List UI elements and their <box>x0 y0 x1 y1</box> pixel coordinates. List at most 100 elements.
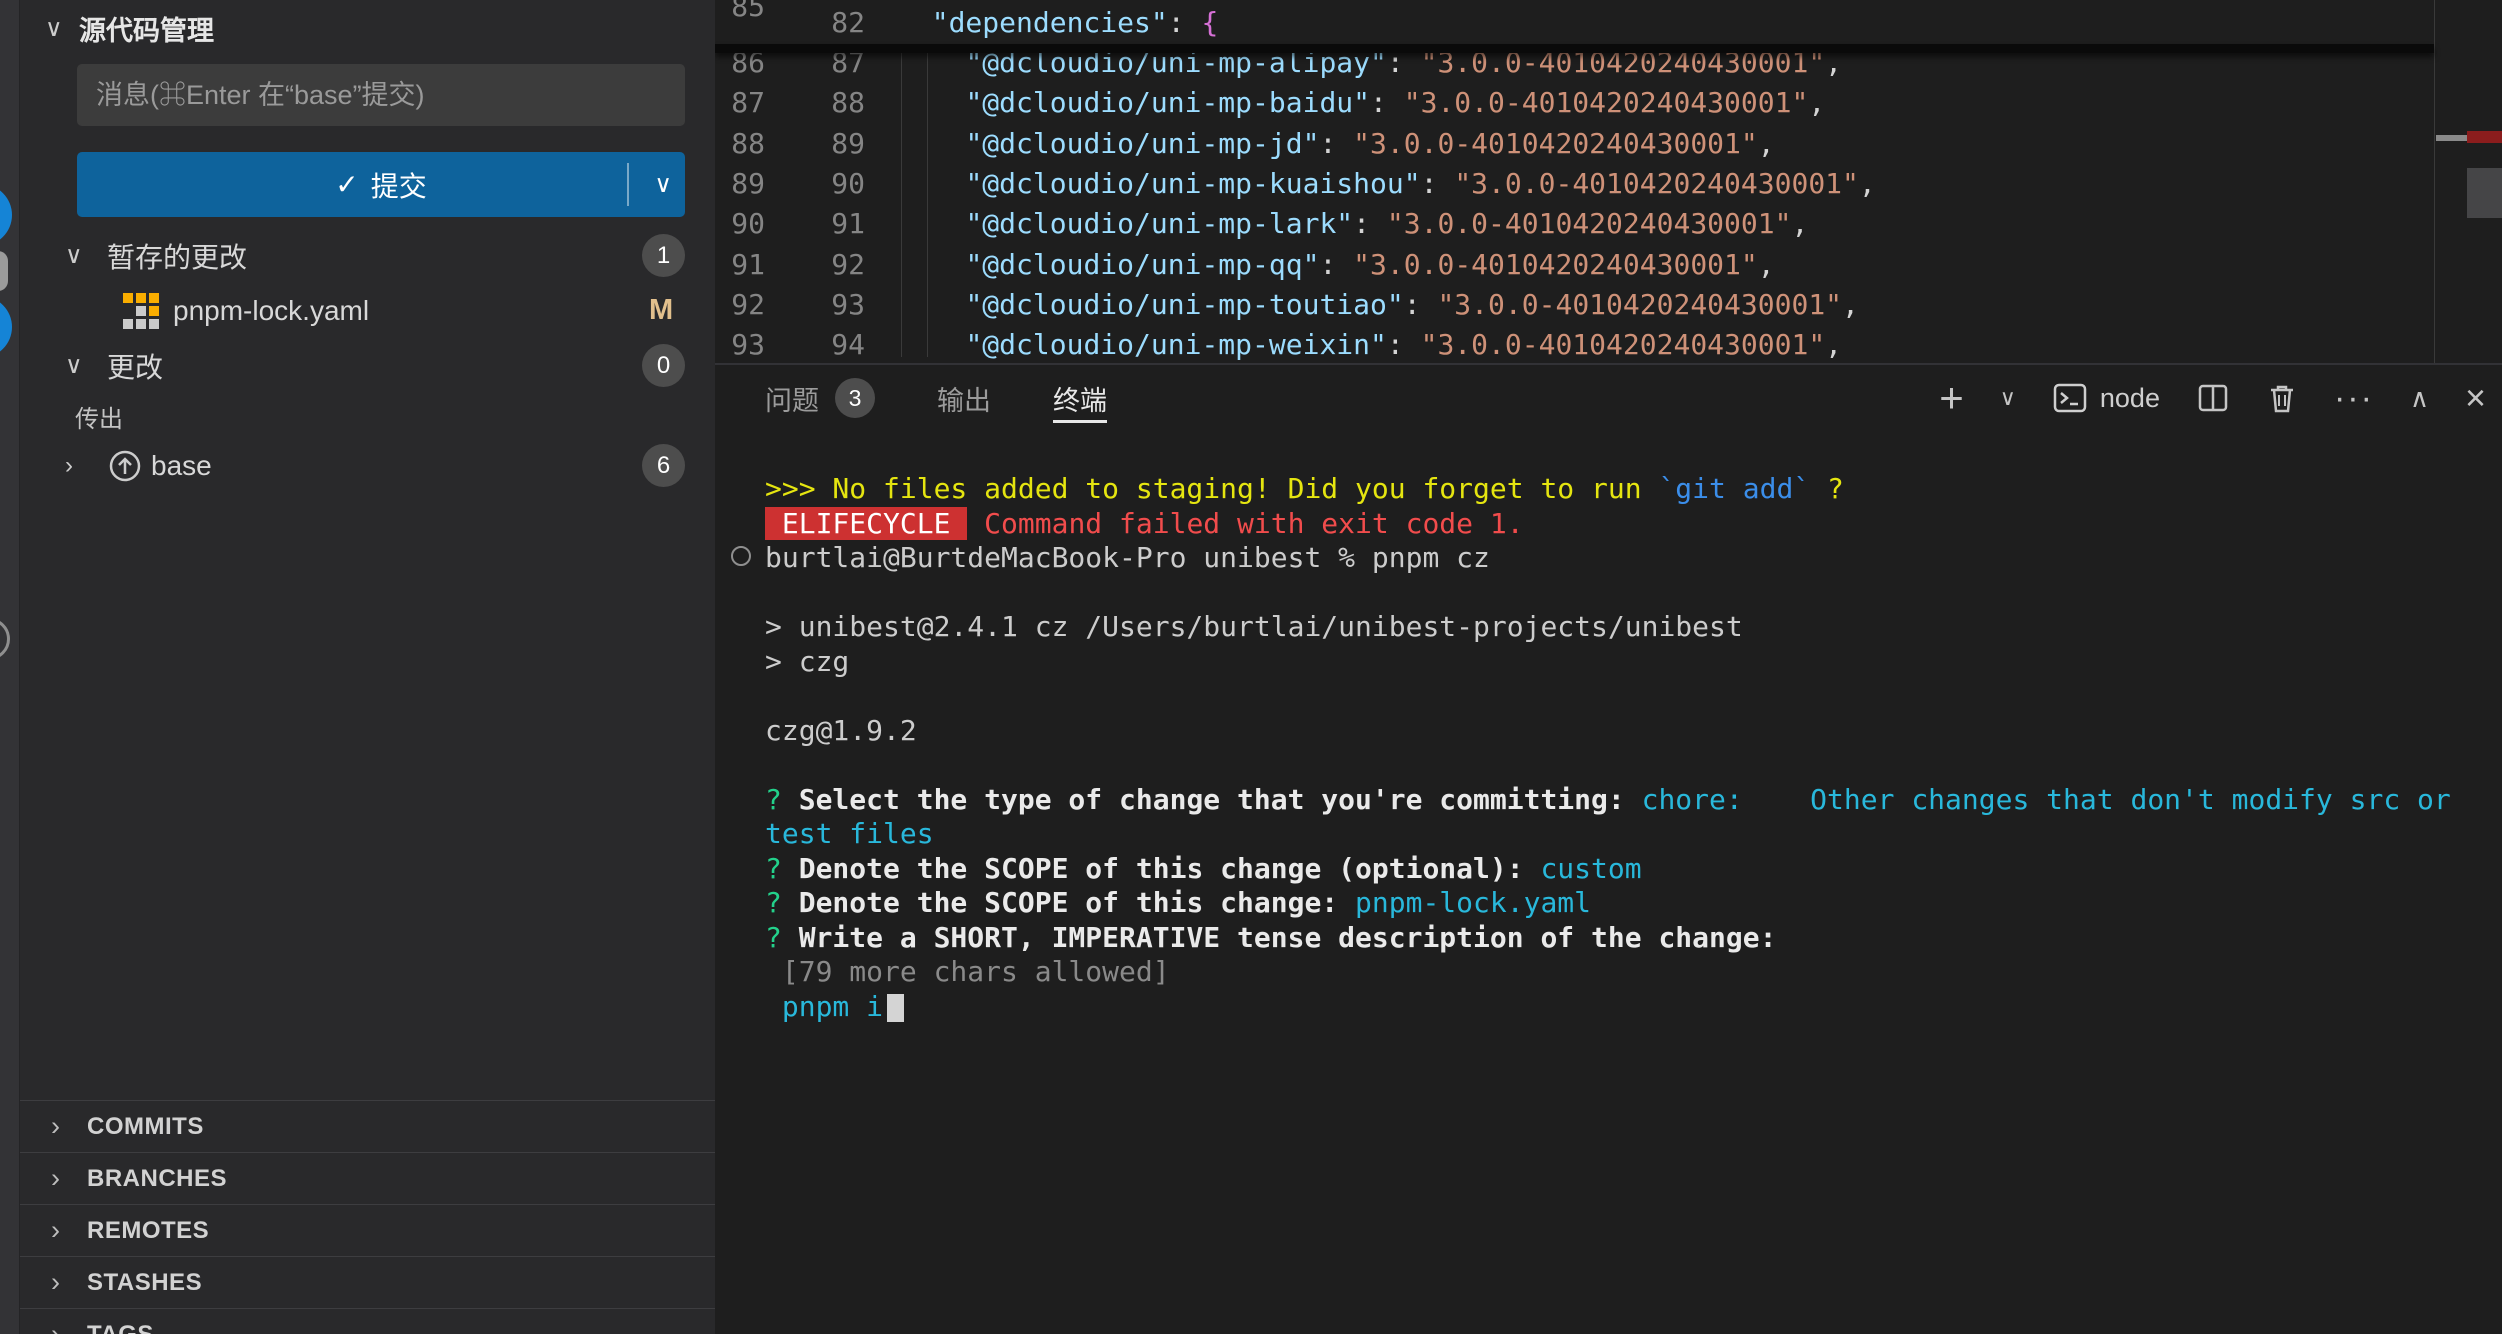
terminal-icon <box>2052 380 2088 416</box>
diff-line: 8990 "@dcloudio/uni-mp-kuaishou": "3.0.0… <box>715 163 1876 204</box>
outgoing-label: 传出 <box>75 399 123 434</box>
sidebar-section-tags[interactable]: ›TAGS <box>20 1308 715 1334</box>
terminal-line: pnpm i <box>765 990 2502 1025</box>
kill-terminal-button[interactable] <box>2266 381 2298 415</box>
chevron-down-icon: ∨ <box>65 351 95 380</box>
terminal-line: > unibest@2.4.1 cz /Users/burtlai/unibes… <box>765 610 2502 645</box>
staged-file-row[interactable]: pnpm-lock.yaml M <box>20 283 715 338</box>
chevron-down-icon: ∨ <box>45 14 79 43</box>
activity-bar: › <box>0 0 20 1334</box>
problems-count-badge: 3 <box>835 378 875 418</box>
commit-message-input[interactable] <box>77 64 685 126</box>
command-decoration-icon[interactable] <box>731 546 751 566</box>
terminal-list-item[interactable]: node <box>2052 380 2160 416</box>
terminal-line <box>765 748 2502 783</box>
split-terminal-button[interactable] <box>2196 381 2230 415</box>
more-actions-button[interactable]: ··· <box>2334 379 2374 418</box>
changes-label: 更改 <box>107 346 163 386</box>
commit-button[interactable]: ✓ 提交 ∨ <box>77 152 685 217</box>
check-icon: ✓ <box>335 168 358 201</box>
maximize-panel-button[interactable]: ∧ <box>2410 383 2429 414</box>
terminal-line: >>> No files added to staging! Did you f… <box>765 472 2502 507</box>
staged-file-name: pnpm-lock.yaml <box>173 295 369 327</box>
chevron-down-icon: ∨ <box>65 241 95 270</box>
sticky-code-line: 82 "dependencies": { <box>715 2 1218 43</box>
panel-tab-终端[interactable]: 终端 <box>1053 365 1107 431</box>
close-panel-button[interactable]: × <box>2465 377 2486 419</box>
terminal-line: ? Select the type of change that you're … <box>765 783 2502 818</box>
staged-changes-section[interactable]: ∨ 暂存的更改 1 <box>20 228 715 283</box>
overview-ruler-error-mark <box>2467 131 2502 143</box>
sidebar-section-remotes[interactable]: ›REMOTES <box>20 1204 715 1256</box>
staged-count-badge: 1 <box>642 234 685 277</box>
bottom-panel: 问题 3 输出 终端 + ∨ node <box>715 363 2502 1334</box>
collapsed-region-bar[interactable] <box>715 44 2434 53</box>
outgoing-count-badge: 6 <box>642 444 685 487</box>
outgoing-branch-row[interactable]: › base 6 <box>20 438 715 493</box>
tab-label: 输出 <box>937 379 991 418</box>
source-control-sidebar: ∨ 源代码管理 ✓ 提交 ∨ ∨ 暂存的更改 1 pnpm-lock.yaml … <box>20 0 715 1334</box>
chevron-right-icon: › <box>51 1163 87 1194</box>
chevron-right-icon: › <box>65 452 95 480</box>
terminal-line: ? Write a SHORT, IMPERATIVE tense descri… <box>765 921 2502 956</box>
sidebar-section-branches[interactable]: ›BRANCHES <box>20 1152 715 1204</box>
terminal-item-label: node <box>2100 383 2160 414</box>
git-modified-badge: M <box>649 294 673 327</box>
terminal-line: test files <box>765 817 2502 852</box>
changes-section[interactable]: ∨ 更改 0 <box>20 338 715 393</box>
chevron-right-icon: › <box>51 1215 87 1246</box>
circle-icon <box>0 618 10 660</box>
terminal-line: [79 more chars allowed] <box>765 955 2502 990</box>
diff-line: 8788 "@dcloudio/uni-mp-baidu": "3.0.0-40… <box>715 82 1825 123</box>
terminal-line <box>765 576 2502 611</box>
diff-line: 9192 "@dcloudio/uni-mp-qq": "3.0.0-40104… <box>715 244 1775 285</box>
terminal-profile-dropdown[interactable]: ∨ <box>2000 385 2016 411</box>
sidebar-header[interactable]: ∨ 源代码管理 <box>20 8 214 48</box>
chevron-right-icon: › <box>51 1111 87 1142</box>
diff-line: 9394 "@dcloudio/uni-mp-weixin": "3.0.0-4… <box>715 324 1842 363</box>
overview-ruler-mark <box>2436 135 2467 141</box>
terminal-content[interactable]: >>> No files added to staging! Did you f… <box>715 431 2502 1334</box>
commit-dropdown-button[interactable]: ∨ <box>654 152 672 217</box>
panel-tab-输出[interactable]: 输出 <box>937 365 991 431</box>
section-label: COMMITS <box>87 1113 204 1141</box>
terminal-line: > czg <box>765 645 2502 680</box>
staged-changes-label: 暂存的更改 <box>107 236 247 276</box>
diff-line: 8889 "@dcloudio/uni-mp-jd": "3.0.0-40104… <box>715 123 1775 164</box>
editor-scrollbar-thumb[interactable] <box>2467 168 2502 218</box>
activity-item-icon[interactable] <box>0 251 8 291</box>
section-label: BRANCHES <box>87 1165 227 1193</box>
chevron-right-icon: › <box>51 1267 87 1298</box>
terminal-line: ? Denote the SCOPE of this change: pnpm-… <box>765 886 2502 921</box>
sidebar-bottom-sections: ›COMMITS›BRANCHES›REMOTES›STASHES›TAGS <box>20 1100 715 1334</box>
tab-label: 终端 <box>1053 379 1107 418</box>
section-label: REMOTES <box>87 1217 209 1245</box>
activity-badge-icon[interactable] <box>0 296 12 358</box>
outgoing-commits-icon <box>108 449 142 483</box>
commit-button-label: 提交 <box>371 165 427 205</box>
button-divider <box>627 163 629 206</box>
section-label: TAGS <box>87 1321 154 1334</box>
branch-name: base <box>151 450 212 482</box>
sidebar-title: 源代码管理 <box>79 9 214 48</box>
terminal-line: ELIFECYCLE Command failed with exit code… <box>765 507 2502 542</box>
sidebar-section-stashes[interactable]: ›STASHES <box>20 1256 715 1308</box>
sidebar-section-commits[interactable]: ›COMMITS <box>20 1100 715 1152</box>
chevron-right-icon: › <box>51 1319 87 1334</box>
terminal-line <box>765 679 2502 714</box>
new-terminal-button[interactable]: + <box>1939 374 1964 422</box>
diff-line: 9293 "@dcloudio/uni-mp-toutiao": "3.0.0-… <box>715 284 1859 325</box>
diff-editor[interactable]: 85 82 "dependencies": { 8687 "@dcloudio/… <box>715 0 2502 363</box>
tab-label: 问题 <box>765 379 819 418</box>
panel-actions: + ∨ node <box>1939 365 2486 431</box>
terminal-line: ? Denote the SCOPE of this change (optio… <box>765 852 2502 887</box>
panel-header: 问题 3 输出 终端 + ∨ node <box>715 365 2502 431</box>
terminal-line: czg@1.9.2 <box>765 714 2502 749</box>
changes-count-badge: 0 <box>642 344 685 387</box>
vscode-window: › ∨ 源代码管理 ✓ 提交 ∨ ∨ 暂存的更改 1 pnpm-lock.ya <box>0 0 2502 1334</box>
panel-tab-问题[interactable]: 问题 3 <box>765 365 875 431</box>
outgoing-header: 传出 <box>20 396 715 436</box>
scrollbar-gutter-line <box>2434 0 2435 363</box>
diff-line: 9091 "@dcloudio/uni-mp-lark": "3.0.0-401… <box>715 203 1808 244</box>
activity-badge-icon[interactable] <box>0 184 12 246</box>
